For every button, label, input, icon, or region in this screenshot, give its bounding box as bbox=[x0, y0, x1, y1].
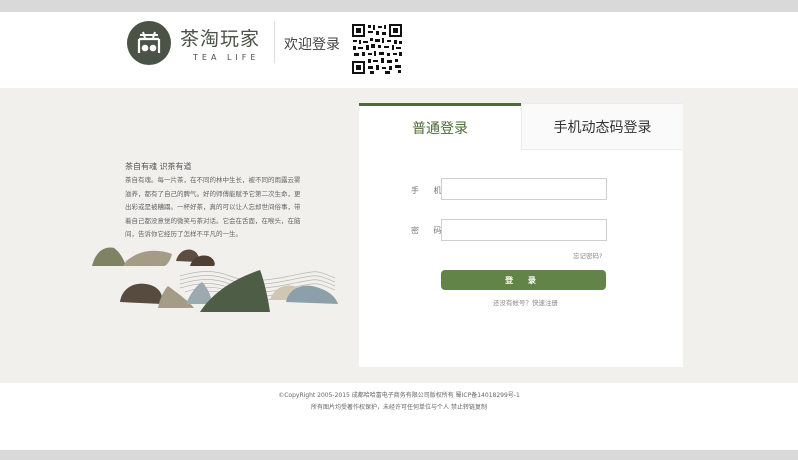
header-divider bbox=[274, 21, 275, 63]
register-link[interactable]: 还没有帐号？快速注册 bbox=[493, 297, 558, 307]
password-input[interactable] bbox=[441, 219, 607, 241]
tea-hills-illustration bbox=[92, 247, 338, 312]
tab-normal-login[interactable]: 普通登录 bbox=[359, 103, 521, 150]
logo-text-en: TEA LIFE bbox=[193, 53, 260, 62]
footer-copyright: ©CopyRight 2005-2015 成都哈哈富电子商务有限公司版权所有 蜀… bbox=[278, 392, 520, 399]
login-button[interactable]: 登 录 bbox=[441, 270, 606, 290]
main-area: 茶自有魂 识茶有道 茶自有魂。每一片茶，在不同的林中生长，被不同的雨露云雾滋养，… bbox=[0, 88, 798, 383]
login-card: 普通登录 手机动态码登录 手 机 密 码 忘记密码? 登 录 还没有帐号？快速注… bbox=[359, 103, 683, 367]
intro-title: 茶自有魂 识茶有道 bbox=[125, 162, 192, 171]
header: 茶淘玩家 TEA LIFE 欢迎登录 bbox=[0, 12, 798, 88]
tea-logo-icon[interactable] bbox=[127, 21, 171, 65]
top-strip bbox=[0, 0, 798, 12]
welcome-text: 欢迎登录 bbox=[284, 37, 340, 53]
bottom-strip bbox=[0, 450, 798, 460]
intro-text: 茶自有魂。每一片茶，在不同的林中生长，被不同的雨露云雾滋养，都有了自己的脾气。好… bbox=[125, 176, 301, 238]
footer: ©CopyRight 2005-2015 成都哈哈富电子商务有限公司版权所有 蜀… bbox=[0, 383, 798, 450]
tab-sms-login[interactable]: 手机动态码登录 bbox=[521, 103, 683, 150]
qr-code-icon bbox=[351, 23, 403, 75]
phone-input[interactable] bbox=[441, 178, 607, 200]
forgot-password-link[interactable]: 忘记密码? bbox=[573, 250, 602, 260]
logo-text-cn: 茶淘玩家 bbox=[180, 28, 261, 50]
footer-notice: 所有图片均受著作权保护，未经许可任何单位与个人 禁止转链复制 bbox=[311, 404, 487, 411]
